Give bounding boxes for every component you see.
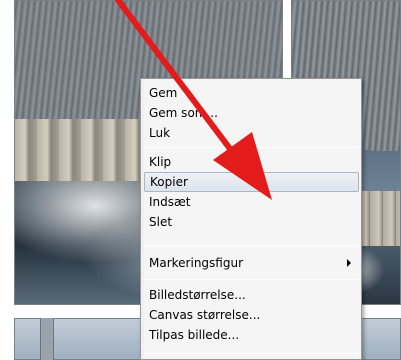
menu-item-billedstorrelse[interactable]: Billedstørrelse... bbox=[144, 285, 359, 305]
menu-item-label: Markeringsfigur bbox=[149, 256, 244, 270]
menu-item-markeringsfigur[interactable]: Markeringsfigur bbox=[144, 253, 359, 273]
menu-item-klip[interactable]: Klip bbox=[144, 152, 359, 172]
submenu-arrow-icon bbox=[347, 259, 351, 267]
menu-item-tilpas-billede[interactable]: Tilpas billede... bbox=[144, 325, 359, 345]
menu-item-canvas-storrelse[interactable]: Canvas størrelse... bbox=[144, 305, 359, 325]
menu-item-luk[interactable]: Luk bbox=[144, 123, 359, 143]
canvas-divider bbox=[40, 318, 54, 360]
menu-item-gem-som[interactable]: Gem som... bbox=[144, 103, 359, 123]
menu-separator bbox=[144, 245, 359, 246]
menu-item-indsaet[interactable]: Indsæt bbox=[144, 192, 359, 212]
menu-separator bbox=[144, 353, 359, 354]
menu-separator bbox=[144, 279, 359, 280]
menu-item-kopier[interactable]: Kopier bbox=[144, 172, 359, 192]
context-menu: Gem Gem som... Luk Klip Kopier Indsæt Sl… bbox=[140, 78, 362, 360]
image-editor-canvas: Gem Gem som... Luk Klip Kopier Indsæt Sl… bbox=[0, 0, 401, 360]
menu-item-slet[interactable]: Slet bbox=[144, 212, 359, 232]
menu-item-gem[interactable]: Gem bbox=[144, 83, 359, 103]
menu-separator bbox=[144, 147, 359, 148]
